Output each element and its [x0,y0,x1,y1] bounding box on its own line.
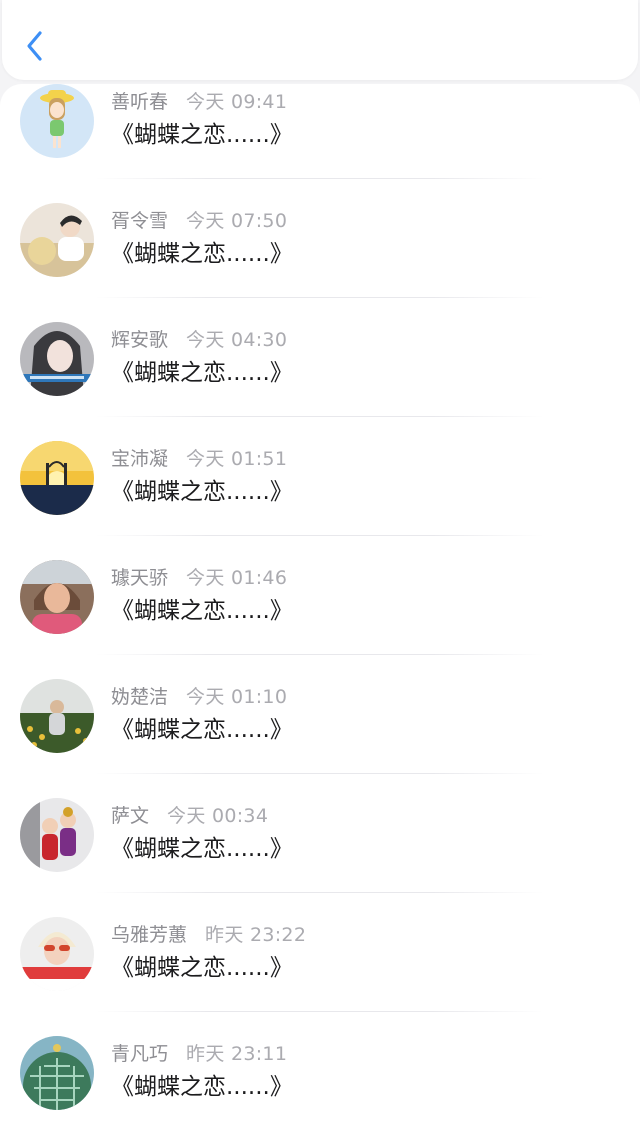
list-item[interactable]: 妫楚洁 今天 01:10 《蝴蝶之恋......》 [0,679,640,798]
list-item[interactable]: 乌雅芳蕙 昨天 23:22 《蝴蝶之恋......》 [0,917,640,1036]
avatar[interactable] [20,798,94,872]
divider [96,892,544,893]
divider [96,773,544,774]
list-item[interactable]: 青凡巧 昨天 23:11 《蝴蝶之恋......》 [0,1036,640,1124]
message-content: 《蝴蝶之恋......》 [111,479,293,505]
message-meta: 萨文 今天 00:34 [111,802,268,830]
divider [96,535,544,536]
message-content: 《蝴蝶之恋......》 [111,598,293,624]
message-meta: 辉安歌 今天 04:30 [111,326,287,354]
divider [96,654,544,655]
message-time: 昨天 23:22 [205,924,307,946]
list-item[interactable]: 萨文 今天 00:34 《蝴蝶之恋......》 [0,798,640,917]
divider [96,1011,544,1012]
message-content: 《蝴蝶之恋......》 [111,122,293,148]
list-item[interactable]: 胥令雪 今天 07:50 《蝴蝶之恋......》 [0,203,640,322]
costume-kids-avatar-icon [20,798,94,872]
message-meta: 宝沛凝 今天 01:51 [111,445,287,473]
woman-portrait-avatar-icon [20,560,94,634]
avatar[interactable] [20,84,94,158]
sender-name[interactable]: 宝沛凝 [111,448,168,470]
message-meta: 乌雅芳蕙 昨天 23:22 [111,921,306,949]
sender-name[interactable]: 璩天骄 [111,567,168,589]
message-meta: 善听春 今天 09:41 [111,88,287,116]
avatar[interactable] [20,917,94,991]
cactus-avatar-icon [20,1036,94,1110]
sender-name[interactable]: 辉安歌 [111,329,168,351]
message-content: 《蝴蝶之恋......》 [111,241,293,267]
message-time: 昨天 23:11 [186,1043,288,1065]
message-content: 《蝴蝶之恋......》 [111,360,293,386]
list-item[interactable]: 辉安歌 今天 04:30 《蝴蝶之恋......》 [0,322,640,441]
sender-name[interactable]: 青凡巧 [111,1043,168,1065]
list-item[interactable]: 璩天骄 今天 01:46 《蝴蝶之恋......》 [0,560,640,679]
sender-name[interactable]: 妫楚洁 [111,686,168,708]
message-time: 今天 00:34 [167,805,269,827]
message-meta: 胥令雪 今天 07:50 [111,207,287,235]
message-content: 《蝴蝶之恋......》 [111,955,293,981]
avatar[interactable] [20,679,94,753]
man-with-flowers-avatar-icon [20,203,94,277]
sender-name[interactable]: 善听春 [111,91,168,113]
list-item[interactable]: 宝沛凝 今天 01:51 《蝴蝶之恋......》 [0,441,640,560]
girl-portrait-avatar-icon [20,322,94,396]
sunset-couple-avatar-icon [20,441,94,515]
top-nav-bar [2,0,638,80]
avatar[interactable] [20,322,94,396]
message-time: 今天 01:46 [186,567,288,589]
avatar[interactable] [20,560,94,634]
message-meta: 青凡巧 昨天 23:11 [111,1040,287,1068]
sender-name[interactable]: 乌雅芳蕙 [111,924,187,946]
message-meta: 妫楚洁 今天 01:10 [111,683,287,711]
message-time: 今天 07:50 [186,210,288,232]
boy-sunglasses-avatar-icon [20,917,94,991]
chevron-left-icon [27,31,42,61]
message-list: 善听春 今天 09:41 《蝴蝶之恋......》 胥令雪 今天 07:50 《蝴蝶… [0,84,640,1124]
message-content: 《蝴蝶之恋......》 [111,836,293,862]
back-button[interactable] [20,26,56,68]
sender-name[interactable]: 胥令雪 [111,210,168,232]
divider [96,416,544,417]
message-content: 《蝴蝶之恋......》 [111,717,293,743]
avatar[interactable] [20,1036,94,1110]
message-meta: 璩天骄 今天 01:46 [111,564,287,592]
message-time: 今天 04:30 [186,329,288,351]
message-time: 今天 09:41 [186,91,288,113]
flower-field-avatar-icon [20,679,94,753]
message-content: 《蝴蝶之恋......》 [111,1074,293,1100]
message-time: 今天 01:10 [186,686,288,708]
avatar[interactable] [20,441,94,515]
list-item[interactable]: 善听春 今天 09:41 《蝴蝶之恋......》 [0,84,640,203]
message-time: 今天 01:51 [186,448,288,470]
avatar[interactable] [20,203,94,277]
cartoon-girl-avatar-icon [20,84,94,158]
divider [96,297,544,298]
divider [96,178,544,179]
sender-name[interactable]: 萨文 [111,805,149,827]
